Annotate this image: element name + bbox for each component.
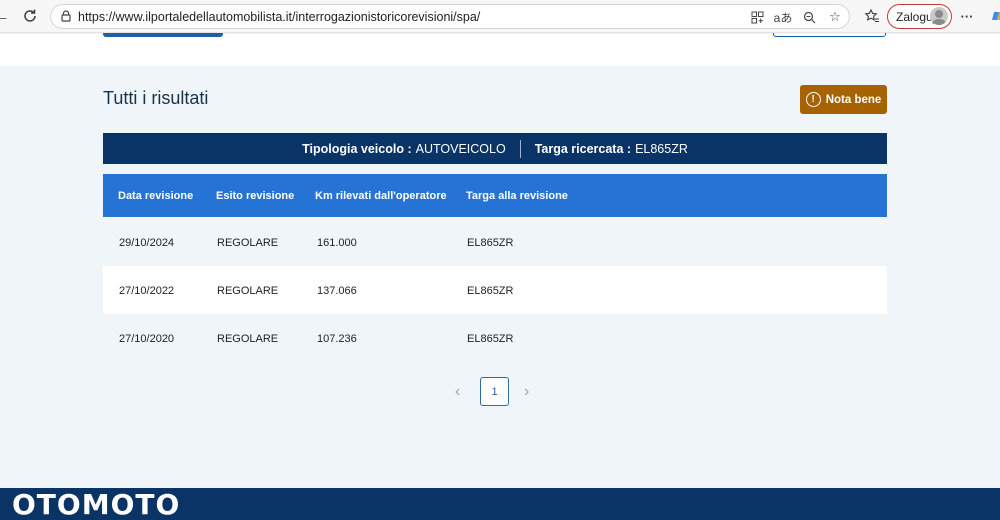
plate-value: EL865ZR (635, 141, 688, 156)
cell-outcome: REGOLARE (217, 285, 279, 297)
otomoto-watermark: OTOMOTO (12, 488, 181, 520)
cell-outcome: REGOLARE (217, 237, 279, 249)
warning-icon: ! (805, 92, 821, 107)
url-text[interactable]: https://www.ilportaledellautomobilista.i… (78, 10, 480, 24)
column-header: Esito revisione (216, 190, 295, 202)
vehicle-info-bar: Tipologia veicolo : AUTOVEICOLO Targa ri… (103, 133, 887, 164)
address-bar[interactable]: https://www.ilportaledellautomobilista.i… (50, 4, 850, 29)
vehicle-type-value: AUTOVEICOLO (415, 141, 506, 156)
table-row: 29/10/2024 REGOLARE 161.000 EL865ZR (103, 218, 887, 266)
results-title: Tutti i risultati (103, 88, 209, 108)
vehicle-type-label: Tipologia veicolo : (302, 141, 412, 156)
profile-button[interactable]: Zaloguj (887, 4, 952, 29)
cell-plate: EL865ZR (467, 333, 514, 345)
pagination: ‹ 1 › (455, 377, 545, 407)
column-header: Km rilevati dall'operatore (315, 190, 447, 202)
cell-date: 27/10/2022 (119, 285, 175, 297)
zoom-icon[interactable] (799, 7, 819, 27)
table-header: Data revisione Esito revisione Km rileva… (103, 174, 887, 217)
nota-bene-label: Nota bene (825, 93, 882, 106)
page-button-current[interactable]: 1 (480, 377, 509, 406)
back-arrow-icon[interactable]: ← (0, 6, 12, 26)
primary-button-edge[interactable] (103, 33, 223, 37)
divider (519, 139, 521, 158)
cell-km: 161.000 (317, 237, 357, 249)
table-row: 27/10/2022 REGOLARE 137.066 EL865ZR (103, 266, 887, 314)
more-menu-icon[interactable]: ··· (957, 6, 977, 26)
cell-plate: EL865ZR (467, 237, 514, 249)
table-row: 27/10/2020 REGOLARE 107.236 EL865ZR (103, 314, 887, 362)
cell-plate: EL865ZR (467, 285, 514, 297)
cell-outcome: REGOLARE (217, 333, 279, 345)
secondary-button-edge[interactable] (773, 33, 886, 37)
cell-km: 137.066 (317, 285, 357, 297)
column-header: Data revisione (118, 190, 194, 202)
cell-km: 107.236 (317, 333, 357, 345)
copilot-icon[interactable] (988, 6, 1000, 26)
lock-icon[interactable] (59, 9, 73, 23)
footer-bar: OTOMOTO (0, 488, 1000, 520)
apps-icon[interactable] (747, 7, 767, 27)
cell-date: 29/10/2024 (119, 237, 175, 249)
cell-date: 27/10/2020 (119, 333, 175, 345)
prev-page-icon[interactable]: ‹ (455, 383, 460, 401)
avatar (930, 7, 948, 25)
column-header: Targa alla revisione (466, 190, 568, 202)
nota-bene-button[interactable]: ! Nota bene (800, 85, 887, 114)
next-page-icon[interactable]: › (524, 383, 529, 401)
plate-label: Targa ricercata : (534, 141, 632, 156)
favorites-icon[interactable] (862, 6, 882, 26)
refresh-icon[interactable] (20, 6, 40, 26)
browser-toolbar: ← https://www.ilportaledellautomobilista… (0, 0, 1000, 33)
page-header-strip (0, 34, 1000, 66)
read-aloud-icon[interactable]: aあ (773, 7, 793, 27)
favorite-star-icon[interactable]: ☆ (825, 7, 845, 27)
